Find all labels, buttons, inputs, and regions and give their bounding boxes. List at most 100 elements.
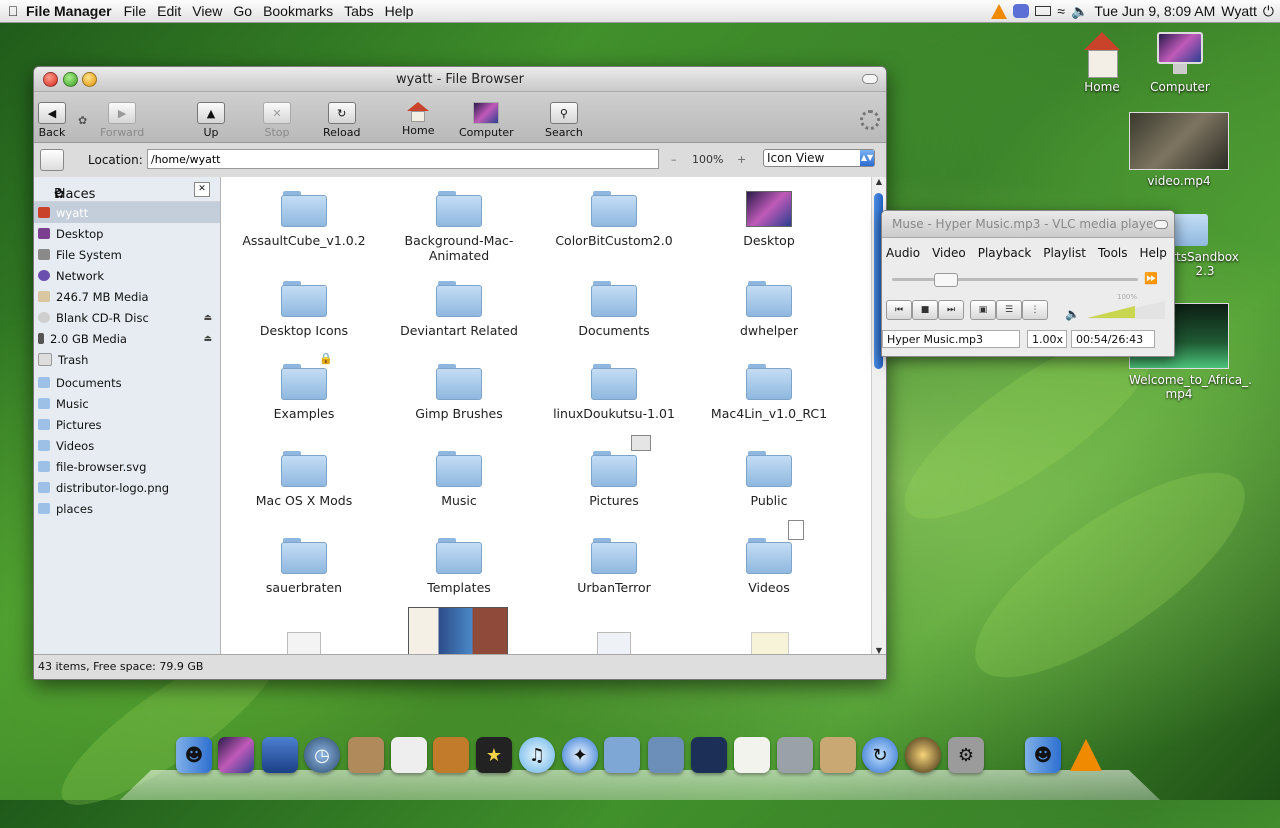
image-thumbnail[interactable] xyxy=(408,607,508,655)
vlc-menu-video[interactable]: Video xyxy=(932,246,966,260)
file-item[interactable]: Pictures xyxy=(539,435,689,508)
sidebar-item-cd[interactable]: Blank CD-R Disc ⏏ xyxy=(34,307,220,328)
file-item[interactable]: Desktop Icons xyxy=(229,281,379,338)
vlc-menu-tools[interactable]: Tools xyxy=(1098,246,1128,260)
bookmark-item[interactable]: distributor-logo.png xyxy=(34,477,220,498)
back-button[interactable]: ◀ Back xyxy=(38,102,66,139)
eject-icon[interactable]: ⏏ xyxy=(203,334,212,344)
zoom-in-button[interactable]: + xyxy=(737,153,746,166)
file-item[interactable]: Desktop xyxy=(694,191,844,248)
time-machine-icon[interactable]: ◷ xyxy=(304,737,340,773)
file-item[interactable]: dwhelper xyxy=(694,281,844,338)
bookmark-item[interactable]: places xyxy=(34,498,220,519)
tray-app-icon[interactable] xyxy=(1013,4,1030,18)
imovie-icon[interactable] xyxy=(691,737,727,773)
home-button[interactable]: Home xyxy=(402,102,434,137)
sidebar-item-desktop[interactable]: Desktop xyxy=(34,223,220,244)
iphoto-icon[interactable] xyxy=(648,737,684,773)
bookmark-item[interactable]: Documents xyxy=(34,372,220,393)
edit-location-button[interactable] xyxy=(40,149,64,171)
vlc-seek-knob[interactable] xyxy=(934,273,958,287)
vlc-stop-button[interactable]: ■ xyxy=(912,300,938,320)
user-menu[interactable]: Wyatt xyxy=(1221,3,1257,19)
menu-bookmarks[interactable]: Bookmarks xyxy=(263,3,333,19)
vlc-toolbar-toggle-button[interactable] xyxy=(1154,220,1168,229)
toolbar-toggle-button[interactable] xyxy=(862,74,878,84)
apple-menu-icon[interactable]:  xyxy=(0,3,26,19)
computer-button[interactable]: Computer xyxy=(459,102,514,139)
system-preferences-icon[interactable]: ⚙ xyxy=(948,737,984,773)
finder-icon[interactable]: ☻ xyxy=(176,737,212,773)
imovie-star-icon[interactable]: ★ xyxy=(476,737,512,773)
sidebar-item-trash[interactable]: Trash xyxy=(34,349,220,370)
desktop-app-icon[interactable] xyxy=(218,737,254,773)
mail-icon[interactable] xyxy=(604,737,640,773)
vlc-speed[interactable]: 1.00x xyxy=(1027,330,1067,348)
sync-icon[interactable]: ↻ xyxy=(862,737,898,773)
vlc-menu-playlist[interactable]: Playlist xyxy=(1043,246,1086,260)
menu-view[interactable]: View xyxy=(192,3,222,19)
vlc-title-bar[interactable]: Muse - Hyper Music.mp3 - VLC media playe xyxy=(882,211,1174,238)
package-icon[interactable] xyxy=(820,737,856,773)
vlc-menu-playback[interactable]: Playback xyxy=(978,246,1032,260)
file-item[interactable]: Templates xyxy=(384,538,534,595)
desktop-computer[interactable]: Computer xyxy=(1130,32,1230,94)
vlc-fast-forward-icon[interactable]: ⏩ xyxy=(1144,272,1158,285)
search-button[interactable]: ⚲ Search xyxy=(545,102,583,139)
up-button[interactable]: ▲ Up xyxy=(197,102,225,139)
reload-button[interactable]: ↻ Reload xyxy=(323,102,360,139)
menu-help[interactable]: Help xyxy=(385,3,414,19)
desktop-video[interactable]: video.mp4 xyxy=(1129,112,1229,188)
vlc-menu-audio[interactable]: Audio xyxy=(886,246,920,260)
bookmark-item[interactable]: Pictures xyxy=(34,414,220,435)
file-item[interactable]: Videos xyxy=(694,520,844,595)
vlc-seek-slider[interactable] xyxy=(892,273,1138,287)
close-sidebar-button[interactable]: ✕ xyxy=(194,182,210,197)
finder-icon[interactable]: ☻ xyxy=(1025,737,1061,773)
compass-icon[interactable] xyxy=(905,737,941,773)
location-input[interactable] xyxy=(147,149,659,169)
gimp-icon[interactable] xyxy=(348,737,384,773)
vlc-playlist-button[interactable]: ☰ xyxy=(996,300,1022,320)
eject-icon[interactable]: ⏏ xyxy=(203,313,212,323)
text-file-icon[interactable] xyxy=(751,632,789,655)
file-item[interactable]: Mac4Lin_v1.0_RC1 xyxy=(694,364,844,421)
sidebar-item-media-2[interactable]: 2.0 GB Media ⏏ xyxy=(34,328,220,349)
stop-button[interactable]: ✕ Stop xyxy=(263,102,291,139)
app-name[interactable]: File Manager xyxy=(26,3,112,19)
file-item[interactable]: AssaultCube_v1.0.2 xyxy=(229,191,379,248)
file-item[interactable]: UrbanTerror xyxy=(539,538,689,595)
title-bar[interactable]: wyatt - File Browser xyxy=(34,67,886,92)
vlc-fullscreen-button[interactable]: ▣ xyxy=(970,300,996,320)
scroll-up-arrow-icon[interactable]: ▲ xyxy=(872,177,886,186)
vlc-menu-help[interactable]: Help xyxy=(1140,246,1167,260)
zoom-out-button[interactable]: – xyxy=(671,153,677,166)
file-item[interactable]: 🔒 Examples xyxy=(229,352,379,421)
menu-edit[interactable]: Edit xyxy=(157,3,181,19)
sidebar-item-network[interactable]: Network xyxy=(34,265,220,286)
video-file-icon[interactable] xyxy=(597,632,631,655)
file-item[interactable]: Gimp Brushes xyxy=(384,364,534,421)
file-item[interactable]: Music xyxy=(384,451,534,508)
bookmark-item[interactable]: file-browser.svg xyxy=(34,456,220,477)
view-mode-select[interactable]: Icon View ▲▼ xyxy=(763,149,875,167)
preferences-icon[interactable] xyxy=(391,737,427,773)
menu-file[interactable]: File xyxy=(124,3,147,19)
itunes-icon[interactable]: ♫ xyxy=(519,737,555,773)
file-item[interactable]: ColorBitCustom2.0 xyxy=(539,191,689,248)
file-item[interactable]: Background-Mac-Animated xyxy=(384,191,534,263)
power-icon[interactable]: ⏻ xyxy=(1263,3,1274,20)
volume-icon[interactable]: 🔈 xyxy=(1071,3,1088,20)
sidebar-item-file-system[interactable]: File System xyxy=(34,244,220,265)
file-icon[interactable] xyxy=(287,632,321,655)
vlc-icon[interactable] xyxy=(1068,737,1104,773)
wifi-icon[interactable]: ≈ xyxy=(1057,3,1065,19)
vlc-volume-slider[interactable]: 100% xyxy=(1087,293,1165,319)
bookmark-item[interactable]: Videos xyxy=(34,435,220,456)
file-item[interactable]: sauerbraten xyxy=(229,538,379,595)
clock[interactable]: Tue Jun 9, 8:09 AM xyxy=(1094,3,1215,19)
vlc-equalizer-button[interactable]: ⋮ xyxy=(1022,300,1048,320)
expose-icon[interactable] xyxy=(262,737,298,773)
safari-icon[interactable]: ✦ xyxy=(562,737,598,773)
sidebar-item-wyatt[interactable]: wyatt xyxy=(34,202,220,223)
